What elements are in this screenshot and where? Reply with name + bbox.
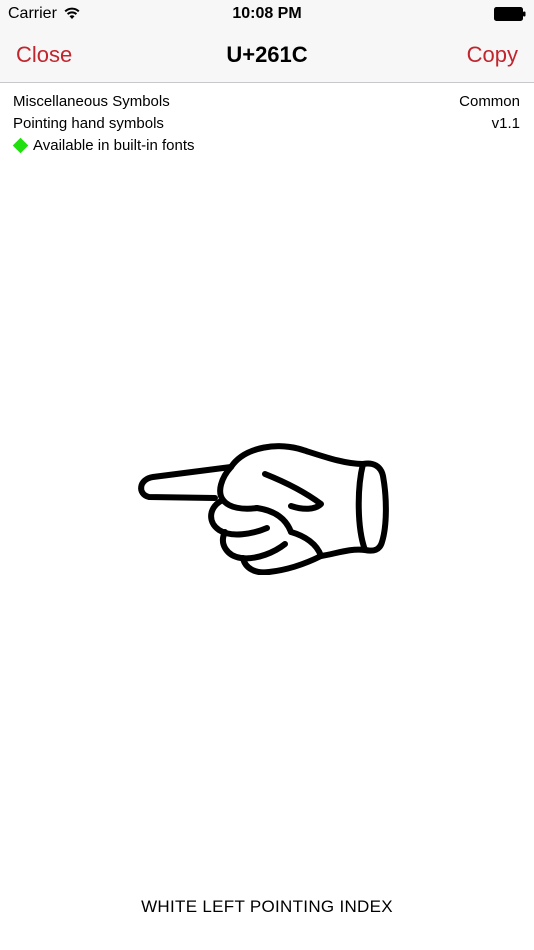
status-time: 10:08 PM — [232, 5, 302, 22]
unicode-version: v1.1 — [491, 115, 520, 132]
copy-button[interactable]: Copy — [467, 42, 518, 68]
left-pointing-hand-icon — [138, 443, 389, 575]
availability-row: Available in built-in fonts — [12, 137, 520, 159]
block-name: Miscellaneous Symbols — [13, 93, 170, 110]
subgroup-row: Pointing hand symbols v1.1 — [13, 115, 520, 137]
battery-icon — [494, 7, 526, 21]
subgroup-name: Pointing hand symbols — [13, 115, 164, 132]
green-diamond-icon — [12, 137, 29, 154]
block-row: Miscellaneous Symbols Common — [13, 93, 520, 115]
script-name: Common — [459, 93, 520, 110]
availability-text: Available in built-in fonts — [33, 137, 195, 154]
page-title: U+261C — [226, 42, 308, 67]
status-bar: Carrier 10:08 PM — [0, 0, 534, 28]
character-name: WHITE LEFT POINTING INDEX — [141, 897, 393, 916]
navigation-bar: Close U+261C Copy — [0, 28, 534, 83]
